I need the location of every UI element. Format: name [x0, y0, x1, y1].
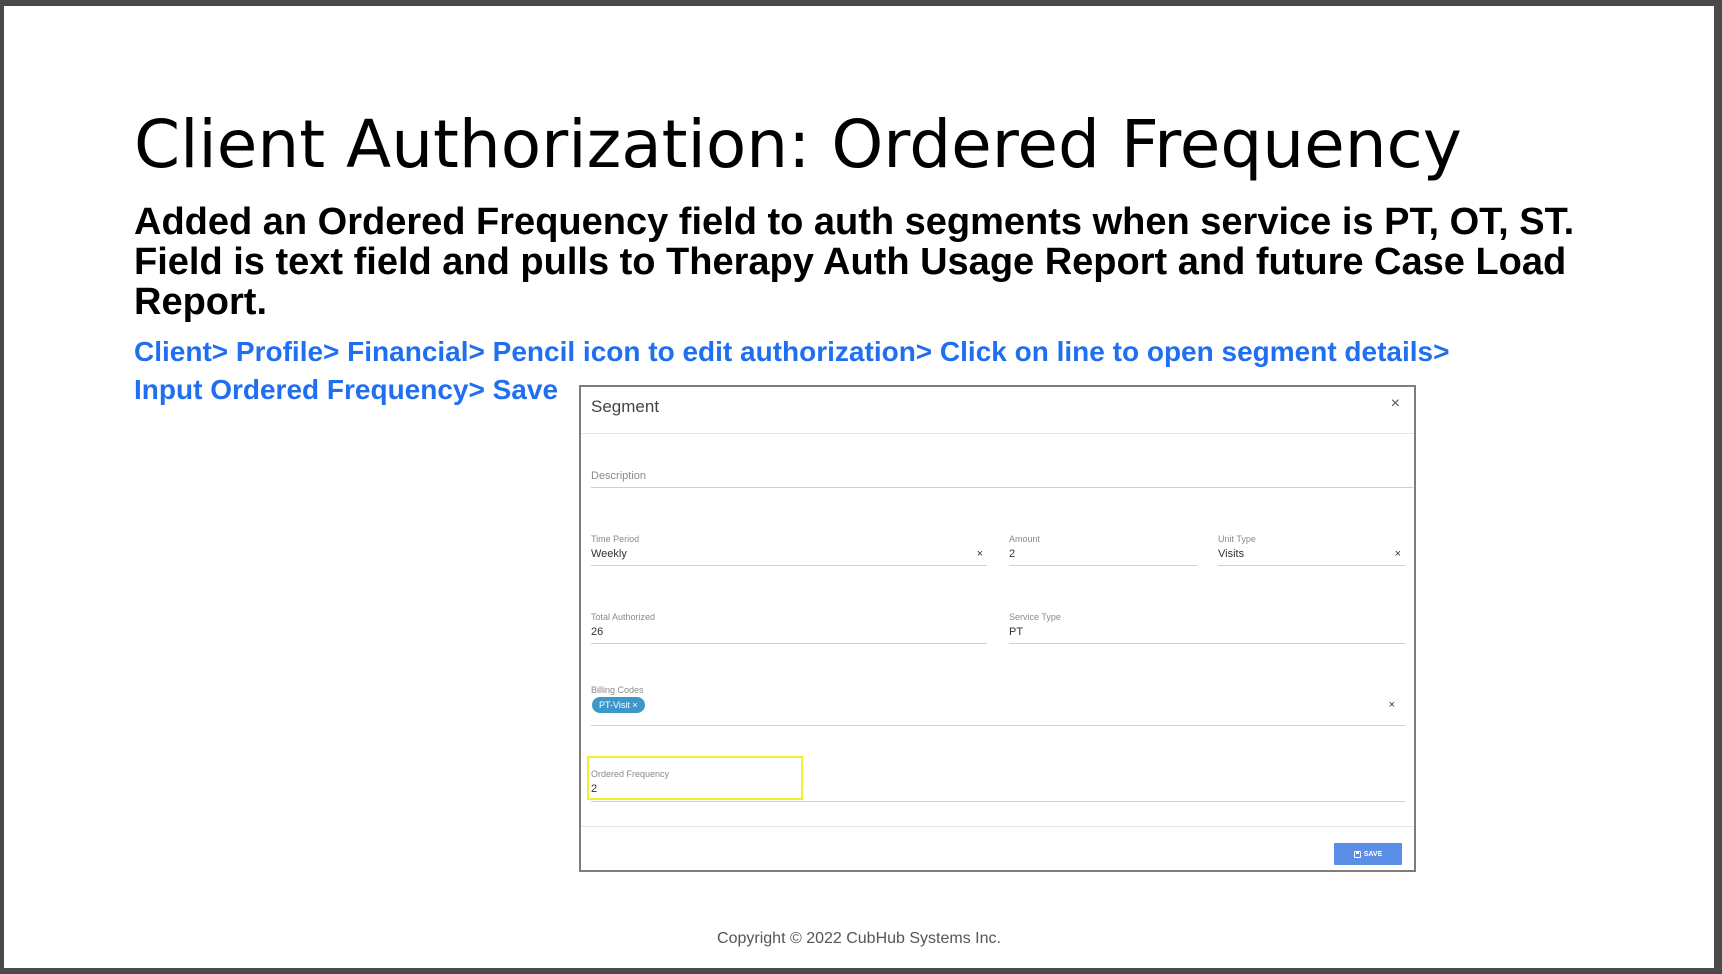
description-field[interactable]: Description	[591, 465, 1413, 488]
close-icon[interactable]: ×	[1391, 395, 1400, 413]
copyright-footer: Copyright © 2022 CubHub Systems Inc.	[717, 930, 1001, 947]
time-period-select[interactable]: Time Period Weekly ×	[591, 529, 987, 566]
time-period-value: Weekly	[591, 548, 627, 560]
amount-value: 2	[1009, 548, 1016, 560]
slide-title: Client Authorization: Ordered Frequency	[134, 106, 1462, 183]
amount-field[interactable]: Amount 2	[1009, 529, 1197, 566]
total-authorized-value: 26	[591, 626, 604, 638]
service-type-field[interactable]: Service Type PT	[1009, 607, 1405, 644]
slide: Client Authorization: Ordered Frequency …	[4, 6, 1714, 968]
modal-header: Segment ×	[581, 387, 1414, 434]
billing-codes-clear-icon[interactable]: ×	[1389, 699, 1395, 711]
unit-type-select[interactable]: Unit Type Visits ×	[1218, 529, 1405, 566]
unit-type-clear-icon[interactable]: ×	[1395, 548, 1401, 560]
slide-subtitle: Added an Ordered Frequency field to auth…	[134, 201, 1575, 323]
time-period-clear-icon[interactable]: ×	[977, 548, 983, 560]
amount-label: Amount	[1009, 534, 1041, 544]
ordered-frequency-highlight	[587, 756, 803, 800]
unit-type-label: Unit Type	[1218, 534, 1256, 544]
unit-type-value: Visits	[1218, 548, 1245, 560]
service-type-value: PT	[1009, 626, 1024, 638]
save-button[interactable]: SAVE	[1334, 843, 1402, 865]
floppy-disk-icon	[1353, 850, 1361, 858]
time-period-label: Time Period	[591, 534, 640, 544]
modal-footer-divider	[581, 826, 1414, 827]
navigation-path-line-1: Client> Profile> Financial> Pencil icon …	[134, 336, 1450, 367]
total-authorized-field[interactable]: Total Authorized 26	[591, 607, 987, 644]
total-authorized-label: Total Authorized	[591, 612, 656, 622]
billing-codes-select[interactable]: Billing Codes PT-Visit × ×	[591, 685, 1405, 726]
billing-code-chip[interactable]: PT-Visit ×	[592, 697, 645, 713]
navigation-path-line-2: Input Ordered Frequency> Save	[134, 374, 559, 405]
service-type-label: Service Type	[1009, 612, 1061, 622]
description-label: Description	[591, 470, 647, 482]
modal-title: Segment	[591, 397, 660, 416]
billing-codes-label: Billing Codes	[591, 685, 644, 695]
segment-modal: Segment × Description Time Period Weekly…	[579, 385, 1416, 872]
save-button-label: SAVE	[1363, 850, 1383, 858]
